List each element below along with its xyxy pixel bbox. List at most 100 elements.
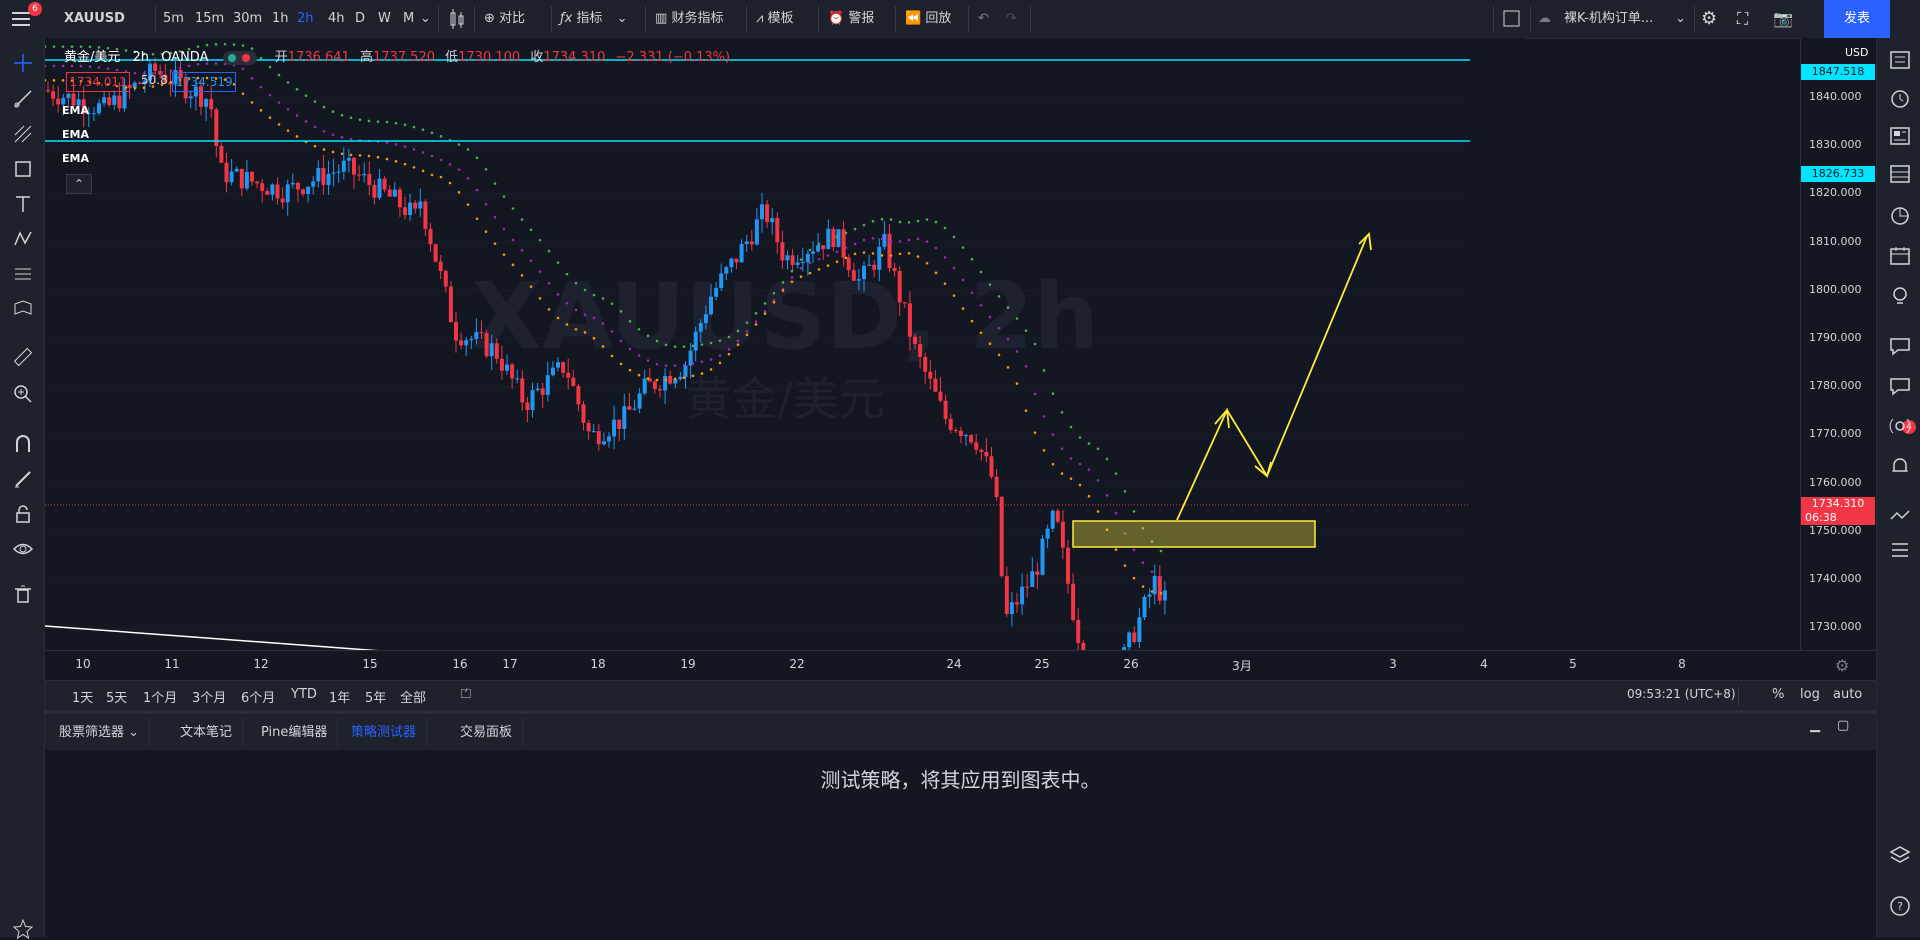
- maximize-panel-icon[interactable]: ▢: [1837, 718, 1849, 733]
- pattern-tool-icon[interactable]: [12, 228, 34, 250]
- calendar-icon[interactable]: [1888, 244, 1912, 268]
- auto-toggle[interactable]: auto: [1833, 687, 1862, 702]
- prediction-tool-icon[interactable]: [12, 263, 34, 285]
- compare-button[interactable]: ⊕ 对比: [484, 0, 525, 38]
- range-button[interactable]: 1天: [72, 687, 93, 706]
- tab-strategy-tester[interactable]: 策略测试器: [341, 718, 428, 748]
- lock-pencil-icon[interactable]: [12, 468, 34, 490]
- interval-2h[interactable]: 2h: [297, 0, 314, 38]
- data-window-icon[interactable]: [1888, 162, 1912, 186]
- ema-dot: [583, 313, 587, 317]
- redo-icon[interactable]: ↷: [1006, 0, 1017, 38]
- price-axis[interactable]: USD 1840.000 1830.000 1820.000 1810.000 1800…: [1800, 38, 1877, 778]
- minimize-panel-icon[interactable]: ▁: [1810, 718, 1820, 733]
- chart-type-icon[interactable]: [447, 0, 467, 38]
- goto-date-icon[interactable]: ⏍: [461, 687, 471, 702]
- alarm-clock-icon[interactable]: [1888, 86, 1912, 110]
- layers-icon[interactable]: [1888, 844, 1912, 868]
- ema-label[interactable]: EMA: [62, 104, 89, 117]
- layout-square-icon[interactable]: [1502, 0, 1522, 38]
- range-button[interactable]: 3个月: [192, 687, 226, 706]
- alert-button[interactable]: ⏰ 警报: [828, 0, 874, 38]
- camera-icon[interactable]: 📷: [1773, 0, 1793, 38]
- ema-dot: [520, 218, 524, 221]
- magnet-icon[interactable]: [12, 433, 34, 455]
- range-button[interactable]: 1个月: [143, 687, 177, 706]
- symbol-search[interactable]: XAUUSD: [64, 0, 125, 38]
- chart-pane[interactable]: XAUUSD, 2h 黄金/美元: [45, 38, 1525, 650]
- layout-name[interactable]: 裸K-机构订单...: [1564, 0, 1653, 38]
- interval-30m[interactable]: 30m: [233, 0, 262, 38]
- fib-tool-icon[interactable]: [12, 123, 34, 145]
- ruler-icon[interactable]: [12, 346, 34, 368]
- lock-icon[interactable]: [12, 503, 34, 525]
- ask-box[interactable]: 1734.519: [172, 72, 236, 92]
- axis-settings-gear-icon[interactable]: ⚙: [1835, 656, 1849, 675]
- streams-icon[interactable]: [1888, 414, 1912, 438]
- financials-button[interactable]: ▥ 财务指标: [655, 0, 723, 38]
- text-tool-icon[interactable]: [12, 193, 34, 215]
- shape-rect-icon[interactable]: [12, 158, 34, 180]
- log-toggle[interactable]: log: [1800, 687, 1820, 702]
- order-panel-icon[interactable]: [1888, 504, 1912, 528]
- notifications-bell-icon[interactable]: [1888, 454, 1912, 478]
- icon-tool-icon[interactable]: [12, 298, 34, 320]
- range-button[interactable]: 1年: [329, 687, 350, 706]
- interval-M[interactable]: M: [403, 0, 414, 38]
- collapse-legend-icon[interactable]: ⌃: [66, 174, 92, 194]
- range-button[interactable]: 6个月: [241, 687, 275, 706]
- range-button[interactable]: 5年: [365, 687, 386, 706]
- tab-trading-panel[interactable]: 交易面板: [450, 718, 524, 748]
- time-axis[interactable]: 10 11 12 15 16 17 18 19 22 24 25 26 3月 3 4 5 8 ⚙: [45, 650, 1876, 681]
- ema-dot: [943, 256, 947, 259]
- trend-line-icon[interactable]: [12, 88, 34, 110]
- market-status-icon[interactable]: [222, 50, 257, 65]
- fullscreen-icon[interactable]: ⛶: [1737, 0, 1748, 38]
- trash-icon[interactable]: [12, 583, 34, 605]
- range-button[interactable]: YTD: [291, 687, 317, 702]
- interval-15m[interactable]: 15m: [195, 0, 224, 38]
- chevron-down-icon[interactable]: ⌄: [1675, 0, 1686, 38]
- legend-symbol[interactable]: 黄金/美元: [64, 50, 120, 65]
- ema-label[interactable]: EMA: [62, 128, 89, 141]
- percent-toggle[interactable]: %: [1772, 687, 1784, 702]
- candle-body: [56, 98, 61, 105]
- chats-icon[interactable]: [1888, 334, 1912, 358]
- gear-icon[interactable]: ⚙: [1701, 0, 1717, 38]
- interval-4h[interactable]: 4h: [328, 0, 345, 38]
- indicators-button[interactable]: ƒx 指标 ⌄: [560, 0, 627, 38]
- zoom-in-icon[interactable]: [12, 383, 34, 405]
- range-button[interactable]: 5天: [106, 687, 127, 706]
- hotlist-icon[interactable]: [1888, 204, 1912, 228]
- crosshair-icon[interactable]: [12, 52, 34, 74]
- ema-dot: [835, 260, 839, 264]
- interval-W[interactable]: W: [378, 0, 391, 38]
- interval-1h[interactable]: 1h: [272, 0, 289, 38]
- clock[interactable]: 09:53:21 (UTC+8): [1627, 687, 1736, 701]
- candle-body: [999, 496, 1004, 577]
- watchlist-icon[interactable]: [1888, 48, 1912, 72]
- depth-of-market-icon[interactable]: [1888, 538, 1912, 562]
- undo-icon[interactable]: ↶: [978, 0, 989, 38]
- range-button[interactable]: 全部: [400, 687, 426, 706]
- ema-dot: [349, 137, 353, 141]
- tab-stock-screener[interactable]: 股票筛选器 ⌄: [49, 718, 151, 748]
- interval-5m[interactable]: 5m: [163, 0, 184, 38]
- news-icon[interactable]: [1888, 124, 1912, 148]
- ema-label[interactable]: EMA: [62, 152, 89, 165]
- eye-icon[interactable]: [12, 538, 34, 560]
- ideas-lightbulb-icon[interactable]: [1888, 284, 1912, 308]
- publish-button[interactable]: 发表: [1824, 0, 1890, 38]
- chevron-down-icon[interactable]: ⌄: [420, 0, 431, 38]
- ema-dot: [106, 67, 110, 70]
- messages-icon[interactable]: [1888, 374, 1912, 398]
- replay-button[interactable]: ⏪ 回放: [905, 0, 951, 38]
- bid-box[interactable]: 1734.011: [66, 72, 130, 92]
- templates-button[interactable]: ⩘ 模板: [756, 0, 794, 38]
- interval-D[interactable]: D: [355, 0, 365, 38]
- tab-text-notes[interactable]: 文本笔记: [170, 718, 244, 748]
- tab-pine-editor[interactable]: Pine编辑器: [251, 718, 339, 748]
- candle-body: [285, 184, 290, 203]
- ema-dot: [268, 116, 272, 119]
- help-icon[interactable]: ?: [1888, 894, 1912, 918]
